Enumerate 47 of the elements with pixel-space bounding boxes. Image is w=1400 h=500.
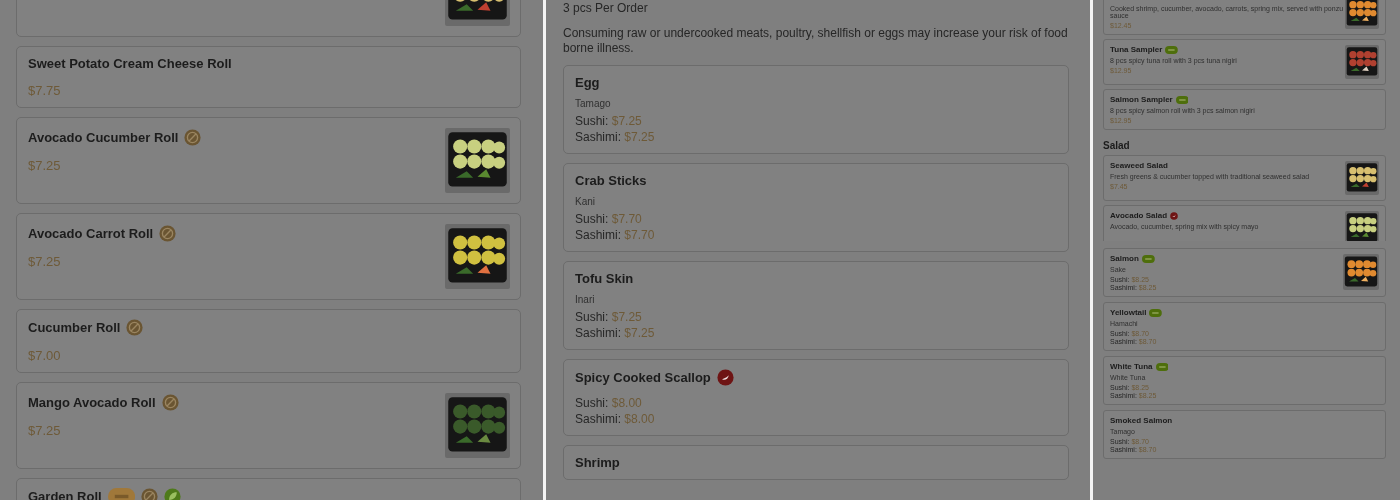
menu-item-card[interactable]: Mango Avocado Roll $7.25: [16, 382, 521, 469]
menu-item-card[interactable]: Cucumber Roll $7.00: [16, 309, 521, 373]
section-heading: Salad: [1103, 140, 1131, 151]
price-line: Sashimi: $7.25: [575, 130, 655, 144]
item-title: Salmon: [1110, 254, 1139, 264]
item-price: $7.75: [28, 83, 62, 98]
item-title: Tuna Sampler: [1110, 45, 1163, 54]
price-line: Sashimi: $8.00: [575, 412, 656, 426]
item-title: Egg: [575, 75, 600, 90]
item-title: Tofu Skin: [575, 271, 634, 286]
price-line: Sushi: $8.00: [575, 396, 643, 410]
menu-item-card[interactable]: Egg Tamago Sushi: $7.25 Sashimi: $7.25: [563, 65, 1069, 154]
menu-item-card[interactable]: Shrimp: [563, 445, 1069, 480]
price-line: Sashimi: $7.25: [575, 326, 655, 340]
item-title: Crab Sticks: [575, 173, 647, 188]
item-subtitle: Tamago: [575, 98, 612, 109]
item-title: Avocado Carrot Roll: [28, 226, 154, 241]
item-title: Smoked Salmon: [1110, 416, 1173, 426]
menu-item-card[interactable]: Crab Sticks Kani Sushi: $7.70 Sashimi: $7.70: [563, 163, 1069, 252]
item-title: Avocado Cucumber Roll: [28, 130, 179, 145]
price-line: Sushi: $7.70: [575, 212, 643, 226]
item-title: White Tuna: [1110, 362, 1153, 372]
item-subtitle: Kani: [575, 196, 596, 207]
price-line: Sushi: $7.25: [575, 114, 643, 128]
item-title: Salmon Sampler: [1110, 95, 1173, 104]
price-line: Sashimi: $7.70: [575, 228, 655, 242]
item-price: $7.25: [28, 254, 62, 269]
menu-item-card[interactable]: Avocado Cucumber Roll $7.25: [16, 117, 521, 204]
price-line: Sushi: $7.25: [575, 310, 643, 324]
menu-item-card[interactable]: Avocado Carrot Roll $7.25: [16, 213, 521, 300]
item-title: Spicy Cooked Scallop: [575, 370, 711, 385]
item-title: Mango Avocado Roll: [28, 395, 156, 410]
item-price: $7.00: [28, 348, 62, 363]
order-note: 3 pcs Per Order: [563, 1, 649, 16]
menu-item-card[interactable]: Sweet Potato Cream Cheese Roll $7.75: [16, 46, 521, 108]
menu-item-card[interactable]: Tofu Skin Inari Sushi: $7.25 Sashimi: $7.25: [563, 261, 1069, 350]
disclaimer-text: Consuming raw or undercooked meats, poultry, shellfish or eggs may increase your risk of food borne illness.: [563, 26, 1069, 56]
item-title: Cucumber Roll: [28, 320, 121, 335]
item-title: Avocado Salad: [1110, 211, 1168, 220]
menu-item-card[interactable]: Spicy Cooked Scallop Sushi: $8.00 Sashimi: $8.00: [563, 359, 1069, 436]
item-title: Seaweed Salad: [1110, 161, 1168, 170]
item-title: Shrimp: [575, 455, 620, 470]
item-price: $7.25: [28, 158, 62, 173]
item-subtitle: Inari: [575, 294, 596, 305]
item-price: $7.25: [28, 423, 62, 438]
item-title: Yellowtail: [1110, 308, 1147, 318]
item-title: Sweet Potato Cream Cheese Roll: [28, 56, 232, 71]
